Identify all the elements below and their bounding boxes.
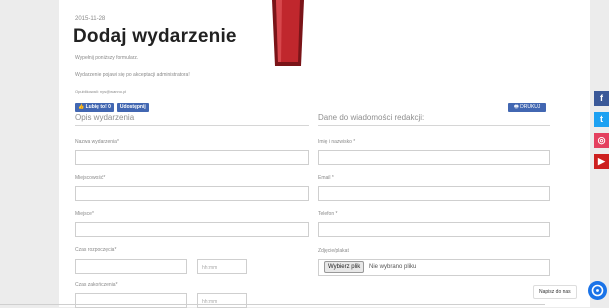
choose-file-button[interactable]: Wybierz plik xyxy=(324,261,365,273)
start-time-input[interactable]: hh:mm xyxy=(197,259,247,274)
chat-icon xyxy=(591,284,604,297)
red-marker-graphic xyxy=(272,0,304,66)
contact-note: Opublikowali: nys@wanno.pl xyxy=(75,89,127,94)
chat-button[interactable] xyxy=(588,281,607,300)
start-date-input[interactable] xyxy=(75,259,187,274)
left-divider xyxy=(75,125,309,126)
fullname-input[interactable] xyxy=(318,150,550,165)
place-input[interactable] xyxy=(75,222,309,237)
share-button[interactable]: Udostępnij xyxy=(116,103,149,112)
fullname-label: Imię i nazwisko * xyxy=(318,139,356,145)
youtube-icon[interactable]: ▶ xyxy=(594,154,609,169)
facebook-icon[interactable]: f xyxy=(594,91,609,106)
file-status: Nie wybrano pliku xyxy=(369,264,417,270)
social-share-row: 👍 Lubię to! 0 Udostępnij xyxy=(75,103,149,112)
phone-label: Telefon * xyxy=(318,211,338,217)
editor-contact-heading: Dane do wiadomości redakcji: xyxy=(318,113,425,122)
end-time-label: Czas zakończenia* xyxy=(75,282,118,288)
start-time-placeholder: hh:mm xyxy=(202,265,218,271)
approval-note: Wydarzenie pojawi się po akceptacji admi… xyxy=(75,72,190,78)
end-time-input[interactable]: hh:mm xyxy=(197,293,247,308)
like-label: Lubię to! 0 xyxy=(85,104,111,110)
instagram-icon[interactable]: ◎ xyxy=(594,133,609,148)
print-icon: 🖶 xyxy=(514,104,519,110)
page-content: 2015-11-28 Dodaj wydarzenie Wypełnij pon… xyxy=(59,0,590,308)
chat-label[interactable]: Napisz do nas xyxy=(533,285,577,299)
start-time-label: Czas rozpoczęcia* xyxy=(75,247,117,253)
page-date: 2015-11-28 xyxy=(75,16,106,22)
print-label: DRUKUJ xyxy=(520,104,541,110)
phone-input[interactable] xyxy=(318,222,550,237)
photo-label: Zdjęcie/plakat xyxy=(318,248,349,254)
end-date-input[interactable] xyxy=(75,293,187,308)
page-title: Dodaj wydarzenie xyxy=(73,26,237,47)
email-label: Email * xyxy=(318,175,334,181)
twitter-icon[interactable]: t xyxy=(594,112,609,127)
print-button[interactable]: 🖶 DRUKUJ xyxy=(508,103,547,112)
email-input[interactable] xyxy=(318,186,550,201)
like-button[interactable]: 👍 Lubię to! 0 xyxy=(75,103,114,112)
event-description-heading: Opis wydarzenia xyxy=(75,113,135,122)
right-divider xyxy=(318,125,550,126)
place-label: Miejsce* xyxy=(75,211,94,217)
event-name-label: Nazwa wydarzenia* xyxy=(75,139,119,145)
form-hint: Wypełnij poniższy formularz. xyxy=(75,55,139,61)
city-label: Miejscowość* xyxy=(75,175,106,181)
event-name-input[interactable] xyxy=(75,150,309,165)
bottom-divider xyxy=(0,304,545,305)
city-input[interactable] xyxy=(75,186,309,201)
